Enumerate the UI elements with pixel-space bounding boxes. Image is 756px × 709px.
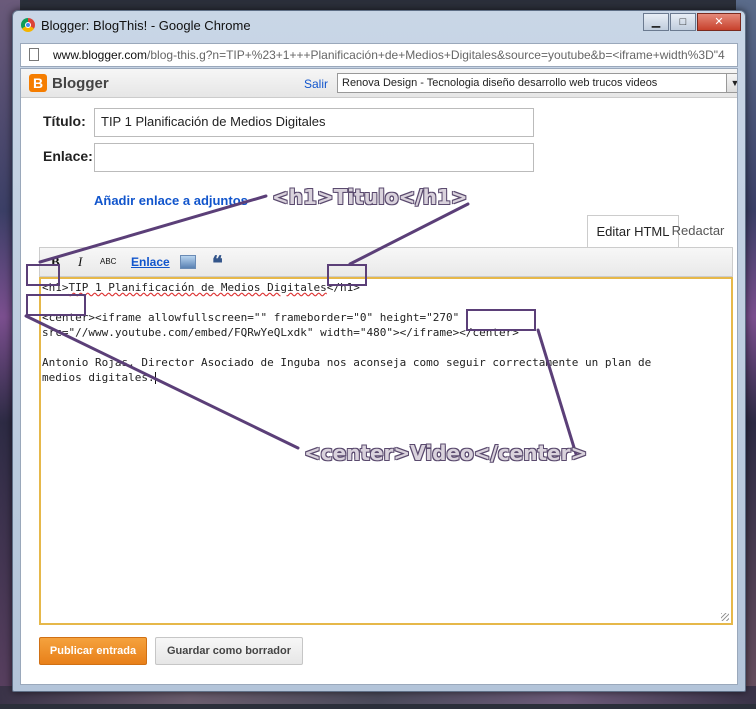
quote-icon[interactable]: ❝ [212,251,223,276]
editor-text: <iframe allowfullscreen="" frameborder="… [94,311,460,324]
title-input[interactable]: TIP 1 Planificación de Medios Digitales [94,108,534,137]
resize-handle[interactable] [721,613,729,621]
tab-compose[interactable]: Redactar [663,215,733,247]
minimize-button[interactable]: ▁ [643,13,669,31]
editor-text: TIP 1 Planificación de Medios Digitales [68,281,327,294]
text-caret [154,372,156,384]
url-host: www.blogger.com [53,48,148,62]
editor-text: medios digitales. [42,371,155,384]
chrome-icon [21,18,35,32]
window-title: Blogger: BlogThis! - Google Chrome [41,18,251,33]
center-close-tag: </center> [459,326,519,339]
editor-line: Antonio Rojas, Director Asociado de Ingu… [42,356,651,369]
title-bar[interactable]: Blogger: BlogThis! - Google Chrome ▁ □ ✕ [13,11,745,39]
address-bar[interactable]: www.blogger.com/blog-this.g?n=TIP+%23+1+… [20,43,738,67]
editor-line: medios digitales. [42,371,156,384]
blogger-brand: Blogger [52,75,109,92]
save-draft-button[interactable]: Guardar como borrador [155,637,303,665]
url-text: www.blogger.com/blog-this.g?n=TIP+%23+1+… [53,48,725,62]
image-icon[interactable] [180,255,196,269]
add-attachment-link[interactable]: Añadir enlace a adjuntos [94,193,248,208]
url-path: /blog-this.g?n=TIP+%23+1+++Planificación… [147,48,725,62]
h1-open-tag: <h1> [42,281,69,294]
browser-window: Blogger: BlogThis! - Google Chrome ▁ □ ✕… [12,10,746,692]
link-input[interactable] [94,143,534,172]
h1-close-tag: </h1> [326,281,360,294]
window-controls: ▁ □ ✕ [642,13,741,31]
editor-text: src="//www.youtube.com/embed/FQRwYeQLxdk… [42,326,460,339]
page-icon [29,48,39,61]
blogger-logo-icon: B [29,74,47,92]
editor-line: <h1>TIP 1 Planificación de Medios Digita… [42,281,360,294]
logout-link[interactable]: Salir [304,77,328,91]
link-button[interactable]: Enlace [131,255,170,269]
italic-button[interactable]: I [78,254,82,270]
blog-select[interactable]: Renova Design - Tecnologia diseño desarr… [337,73,737,93]
editor-text: Antonio Rojas, Director Asociado de Ingu… [42,356,652,369]
close-button[interactable]: ✕ [697,13,741,31]
maximize-button[interactable]: □ [670,13,696,31]
link-label: Enlace: [43,148,93,164]
spellcheck-button[interactable]: ABC [100,257,116,266]
publish-button[interactable]: Publicar entrada [39,637,147,665]
editor-line: <center><iframe allowfullscreen="" frame… [42,311,459,324]
bold-button[interactable]: B [51,254,60,270]
blog-select-value: Renova Design - Tecnologia diseño desarr… [342,77,658,89]
page-content: B Blogger Salir Renova Design - Tecnolog… [20,68,738,685]
title-label: Título: [43,113,86,129]
center-open-tag: <center> [42,311,95,324]
html-editor-textarea[interactable]: <h1>TIP 1 Planificación de Medios Digita… [39,277,733,625]
editor-toolbar: B I ABC Enlace ❝ [39,247,733,277]
chevron-down-icon[interactable]: ▼ [726,74,737,92]
blogger-header: B Blogger Salir Renova Design - Tecnolog… [21,69,737,98]
editor-line: src="//www.youtube.com/embed/FQRwYeQLxdk… [42,326,519,339]
